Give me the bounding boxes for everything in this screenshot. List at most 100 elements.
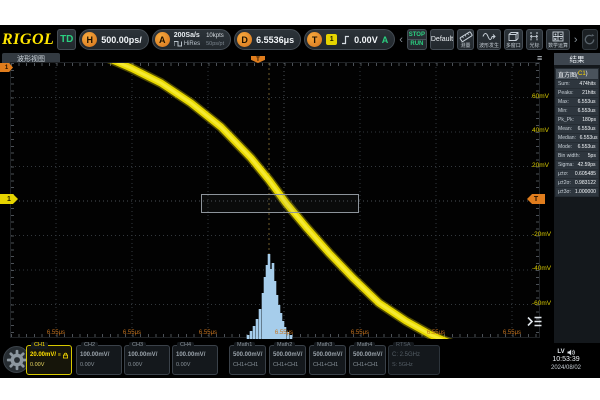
waveform-gen-button[interactable]: 波形发生: [477, 29, 501, 50]
clock-time: 10:53:39: [552, 356, 579, 364]
ch4-card[interactable]: CH4100.00mV/0.00V: [172, 345, 218, 375]
stat-row: Mode:6.553us: [556, 143, 598, 151]
delay-pill[interactable]: D 6.5536μs: [234, 29, 301, 50]
default-label: Default: [431, 36, 453, 43]
cursor-button[interactable]: 光标: [526, 29, 543, 50]
toolbar-scroll-right-icon[interactable]: ›: [573, 34, 579, 46]
sample-interval: 50ps/pt: [206, 40, 224, 48]
rtsa-span: S: 5GHz: [392, 361, 436, 370]
math4-card[interactable]: Math4500.00mV/CH1+CH1: [349, 345, 386, 375]
stat-row: μ±2σ:0.983122: [556, 179, 598, 187]
stat-row: Sigma:42.59ps: [556, 161, 598, 169]
horizontal-knob[interactable]: H: [82, 32, 97, 47]
trigger-source-badge: 1: [326, 34, 337, 45]
time-label: 6.55μs: [37, 330, 75, 336]
speaker-icon: [567, 349, 575, 356]
trigger-pill[interactable]: T 1 0.00V A: [304, 29, 395, 50]
timebase-value: 500.00ps/: [101, 35, 142, 45]
measure-label: 测量: [461, 43, 471, 48]
math-grid-icon: [552, 31, 564, 42]
run-label: RUN: [410, 40, 423, 48]
histogram-results-panel[interactable]: 直方图(C1) Sum:474hitsPeaks:21hitsMax:6.553…: [555, 68, 599, 197]
lock-icon: [63, 352, 68, 359]
voltage-label: 20mV: [532, 162, 553, 169]
refresh-button[interactable]: [582, 29, 599, 50]
ch1-card[interactable]: CH1 20.00mV/ ≡ 0.00V: [26, 345, 72, 375]
rigol-logo: RIGOL: [2, 31, 54, 49]
results-sidebar: 结果 直方图(C1) Sum:474hitsPeaks:21hitsMax:6.…: [554, 53, 600, 343]
acquire-pill[interactable]: A 200Sa/s HiRes 10kpts 50ps/pt: [152, 29, 231, 50]
voltage-label: 40mV: [532, 127, 553, 134]
default-button[interactable]: Default: [430, 29, 454, 50]
results-title: 结果: [554, 53, 600, 65]
math3-card[interactable]: Math3500.00mV/CH1+CH1: [309, 345, 346, 375]
ch1-offset: 0.00V: [30, 361, 68, 370]
trigger-knob[interactable]: T: [307, 32, 322, 47]
trigger-slope-icon: [341, 35, 350, 45]
histogram-source: C1: [578, 71, 586, 77]
time-label: 6.55μs: [341, 330, 379, 336]
top-toolbar: RIGOL TD H 500.00ps/ A 200Sa/s HiRes 10k…: [0, 26, 600, 53]
math-operation-label: 数学运算: [548, 43, 568, 48]
stop-label: STOP: [409, 31, 425, 39]
histogram-stats-list: Sum:474hitsPeaks:21hitsMax:6.553usMin:6.…: [556, 80, 598, 196]
histogram-range-box[interactable]: [201, 194, 359, 213]
measure-button[interactable]: 测量: [457, 29, 474, 50]
delay-knob[interactable]: D: [237, 32, 252, 47]
expand-menu-icon[interactable]: [526, 315, 544, 333]
math2-card[interactable]: Math2500.00mV/CH1+CH1: [269, 345, 306, 375]
bottom-channel-bar: CH1 20.00mV/ ≡ 0.00V CH2100.00mV/0.00VCH…: [0, 343, 600, 378]
toolbar-scroll-left-icon[interactable]: ‹: [398, 34, 404, 46]
rtsa-center-freq: C: 2.5GHz: [392, 350, 436, 361]
math-operation-label-cursor: 光标: [529, 43, 539, 48]
math-operation-button[interactable]: 数学运算: [546, 29, 570, 50]
stop-run-button[interactable]: STOP RUN: [407, 29, 427, 50]
math1-card[interactable]: Math1500.00mV/CH1+CH1: [229, 345, 266, 375]
lan-status: LV: [557, 348, 564, 356]
voltage-label: 60mV: [532, 93, 553, 100]
delay-value: 6.5536μs: [256, 35, 294, 45]
ch3-card[interactable]: CH3100.00mV/0.00V: [124, 345, 170, 375]
voltage-label: -40mV: [532, 265, 553, 272]
stat-row: Pk_Pk:180ps: [556, 116, 598, 124]
stat-row: μ±σ:0.605485: [556, 170, 598, 178]
gear-icon: [6, 349, 28, 371]
stat-row: Max:6.553us: [556, 98, 598, 106]
rtsa-card[interactable]: RTSA C: 2.5GHz S: 5GHz: [388, 345, 440, 375]
acquire-mode: HiRes: [184, 40, 200, 48]
graticule[interactable]: 6.55μs6.55μs6.55μs6.55μs6.55μs6.55μs6.55…: [10, 62, 540, 338]
clock-date: 2024/08/02: [551, 364, 581, 372]
voltage-label: -60mV: [532, 300, 553, 307]
stat-row: Peaks:21hits: [556, 89, 598, 97]
time-label: 6.55μs: [113, 330, 151, 336]
cursor-icon: [527, 31, 541, 42]
time-label: 6.55μs: [417, 330, 455, 336]
multi-window-button[interactable]: 多窗口: [504, 29, 523, 50]
oscilloscope-ui: RIGOL TD H 500.00ps/ A 200Sa/s HiRes 10k…: [0, 25, 600, 378]
histogram-panel-header: 直方图(C1): [556, 69, 598, 79]
waveform-gen-label: 波形发生: [479, 43, 499, 48]
ch1-scale: 20.00mV/: [30, 350, 56, 361]
trigger-sweep-mode: A: [382, 35, 389, 45]
horizontal-scale-pill[interactable]: H 500.00ps/: [79, 29, 149, 50]
cube-icon: [506, 31, 520, 42]
time-label: 6.55μs: [189, 330, 227, 336]
ch2-card[interactable]: CH2100.00mV/0.00V: [76, 345, 122, 375]
multi-window-label: 多窗口: [506, 43, 521, 48]
menu-lines-icon: ≡: [58, 350, 61, 361]
square-wave-icon: [174, 40, 182, 47]
status-clock: LV 10:53:39 2024/08/02: [535, 345, 597, 375]
stat-row: Median:6.553us: [556, 134, 598, 142]
stat-row: Mean:6.553us: [556, 125, 598, 133]
trigger-mode-button[interactable]: TD: [57, 29, 76, 50]
ruler-icon: [459, 31, 473, 42]
voltage-label: -20mV: [532, 231, 553, 238]
stat-row: Sum:474hits: [556, 80, 598, 88]
acquire-knob[interactable]: A: [155, 32, 170, 47]
ch1-tab: CH1: [31, 342, 48, 349]
stat-row: Bin width:5ps: [556, 152, 598, 160]
trigger-level-value: 0.00V: [354, 35, 378, 45]
signal-out-icon: [482, 31, 496, 42]
time-label: 6.55μs: [265, 330, 303, 336]
screenshot-page: RIGOL TD H 500.00ps/ A 200Sa/s HiRes 10k…: [0, 0, 600, 400]
